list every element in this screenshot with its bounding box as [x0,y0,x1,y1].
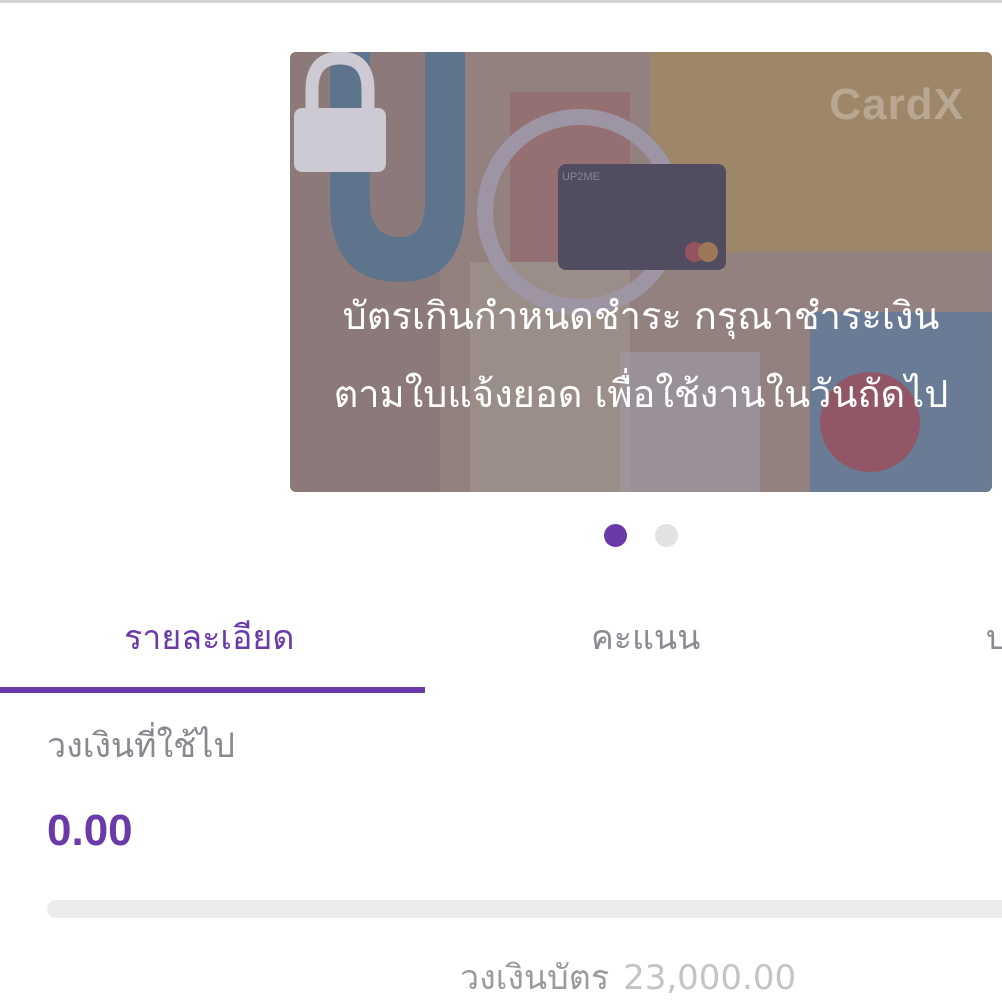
carousel-dot-active[interactable] [604,524,627,547]
top-divider [0,0,1002,3]
used-credit-value: 0.00 [47,806,133,855]
tab-points[interactable]: คะแนน [591,610,700,664]
credit-limit-value: 23,000.00 [623,958,797,998]
credit-limit-label: วงเงินบัตร [460,958,610,998]
locked-message: บัตรเกินกำหนดชำระ กรุณาชำระเงิน ตามใบแจ้… [290,277,992,433]
carousel-dot[interactable] [655,524,678,547]
credit-usage-progress-bar [47,900,1002,918]
locked-message-line-1: บัตรเกินกำหนดชำระ กรุณาชำระเงิน [342,294,940,338]
tab-third[interactable]: บ [986,610,1002,664]
active-tab-underline [0,687,425,693]
used-credit-label: วงเงินที่ใช้ไป [47,726,235,766]
tab-details[interactable]: รายละเอียด [124,610,294,664]
credit-limit-row: วงเงินบัตร 23,000.00 [460,950,796,1004]
credit-card-image[interactable]: UP2ME CardX บัตรเกินกำหนดชำระ กรุณาชำระเ… [290,52,992,492]
card-brand-logo: CardX [829,80,964,129]
detail-tabs: รายละเอียด คะแนน บ [0,590,1002,694]
lock-icon [294,52,386,172]
locked-message-line-2: ตามใบแจ้งยอด เพื่อใช้งานในวันถัดไป [333,372,949,416]
